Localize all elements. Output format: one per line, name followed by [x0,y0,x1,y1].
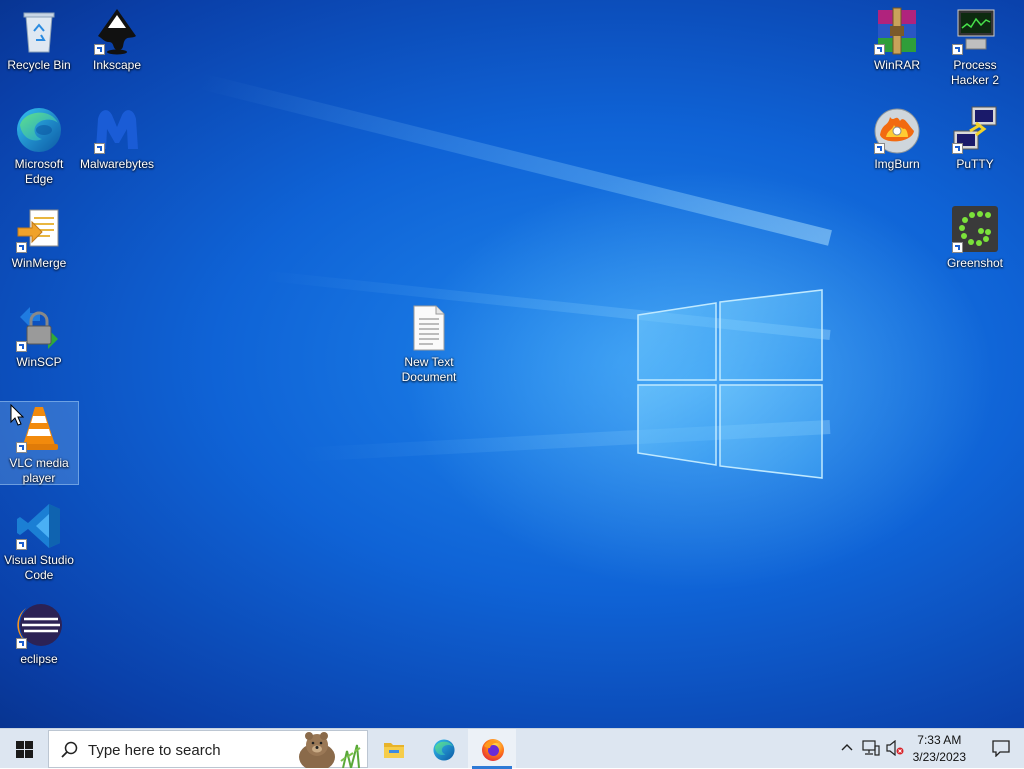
desktop-icon-winmerge[interactable]: WinMerge [0,198,78,271]
taskbar: Type here to search 7:33 AM 3/23/2023 [0,728,1024,769]
desktop-icon-winscp[interactable]: WinSCP [0,297,78,370]
shortcut-arrow-icon [94,44,105,55]
desktop-icon-greenshot[interactable]: Greenshot [936,198,1014,271]
system-tray: 7:33 AM 3/23/2023 [824,729,1024,769]
desktop-icon-label: Greenshot [946,256,1004,270]
mouse-cursor-icon [10,404,24,426]
network-icon[interactable] [862,740,880,756]
windows-logo-wallpaper [637,289,823,479]
shortcut-arrow-icon [94,143,105,154]
shortcut-arrow-icon [952,44,963,55]
clock-time: 7:33 AM [917,733,962,747]
clock-date: 3/23/2023 [912,750,966,764]
shortcut-arrow-icon [952,143,963,154]
desktop-icon-label: Malwarebytes [79,157,155,171]
desktop-icon-label: ImgBurn [874,157,920,171]
shortcut-arrow-icon [16,442,27,453]
desktop-icon-winrar[interactable]: WinRAR [858,0,936,73]
desktop-icon-eclipse[interactable]: eclipse [0,594,78,667]
desktop-icon-new-text-document[interactable]: New Text Document [390,297,468,385]
desktop-icon-putty[interactable]: PuTTY [936,99,1014,172]
taskbar-clock[interactable]: 7:33 AM 3/23/2023 [913,732,966,766]
volume-muted-icon[interactable] [886,740,904,756]
desktop-icon-label: New Text Document [401,355,457,384]
start-button[interactable] [0,729,48,769]
desktop-icon-process-hacker[interactable]: Process Hacker 2 [936,0,1014,88]
desktop-icon-inkscape[interactable]: Inkscape [78,0,156,73]
edge-icon [17,108,61,152]
shortcut-arrow-icon [16,242,27,253]
desktop-icon-label: Process Hacker 2 [950,58,1000,87]
text-document-icon [413,305,445,351]
taskbar-search-box[interactable]: Type here to search [48,730,368,768]
desktop-icon-vscode[interactable]: Visual Studio Code [0,495,78,583]
shortcut-arrow-icon [16,638,27,649]
desktop-icon-label: WinRAR [873,58,920,72]
shortcut-arrow-icon [16,539,27,550]
action-center-button[interactable] [978,729,1024,769]
desktop[interactable]: Recycle Bin Inkscape Microsoft Edge Malw… [0,0,1024,728]
wallpaper-beam [197,72,832,246]
file-explorer-icon [384,743,404,758]
desktop-icon-imgburn[interactable]: ImgBurn [858,99,936,172]
firefox-icon [482,739,504,761]
desktop-icon-label: WinMerge [11,256,67,270]
shortcut-arrow-icon [874,44,885,55]
notification-icon [992,740,1010,757]
desktop-icon-malwarebytes[interactable]: Malwarebytes [78,99,156,172]
taskbar-edge[interactable] [419,729,467,769]
search-placeholder: Type here to search [88,742,221,759]
desktop-icon-label: Inkscape [92,58,142,72]
desktop-icon-label: Microsoft Edge [14,157,64,186]
shortcut-arrow-icon [952,242,963,253]
windows-start-icon [16,741,33,758]
desktop-icon-label: Visual Studio Code [4,553,74,582]
edge-icon [433,739,455,761]
taskbar-firefox[interactable] [468,729,516,769]
desktop-icon-recycle-bin[interactable]: Recycle Bin [0,0,78,73]
search-icon [61,741,78,758]
desktop-icon-label: Recycle Bin [7,58,71,72]
desktop-icon-microsoft-edge[interactable]: Microsoft Edge [0,99,78,187]
shortcut-arrow-icon [16,341,27,352]
desktop-icon-label: VLC media player [9,456,69,485]
desktop-icon-label: eclipse [20,652,58,666]
desktop-icon-label: PuTTY [956,157,994,171]
taskbar-file-explorer[interactable] [370,729,418,769]
recycle-bin-icon [23,12,55,53]
chevron-up-icon[interactable] [841,743,853,751]
search-highlight-bear-icon [299,732,361,768]
desktop-icon-label: WinSCP [16,355,62,369]
shortcut-arrow-icon [874,143,885,154]
